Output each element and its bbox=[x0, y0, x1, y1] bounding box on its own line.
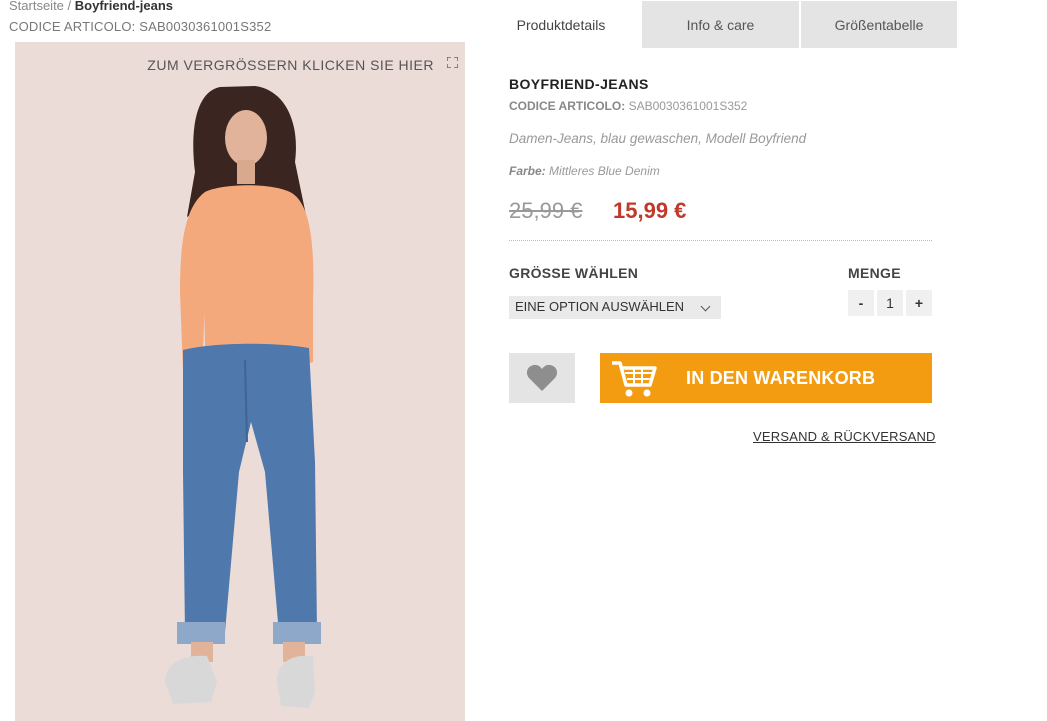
chevron-down-icon bbox=[700, 301, 711, 312]
article-code: CODICE ARTICOLO: SAB0030361001S352 bbox=[9, 19, 272, 34]
shipping-returns-link[interactable]: VERSAND & RÜCKVERSAND bbox=[753, 429, 936, 444]
quantity-label: MENGE bbox=[848, 265, 901, 281]
product-sku-value: SAB0030361001S352 bbox=[628, 99, 748, 113]
quantity-value[interactable]: 1 bbox=[877, 290, 903, 316]
size-label: GRÖSSE WÄHLEN bbox=[509, 265, 639, 281]
old-price: 25,99 € bbox=[509, 198, 583, 223]
product-sku-label: CODICE ARTICOLO: bbox=[509, 99, 626, 113]
quantity-decrease-button[interactable]: - bbox=[848, 290, 874, 316]
tab-produktdetails[interactable]: Produktdetails bbox=[482, 1, 640, 48]
product-color-label: Farbe: bbox=[509, 164, 546, 178]
quantity-increase-button[interactable]: + bbox=[906, 290, 932, 316]
product-color-value: Mittleres Blue Denim bbox=[549, 164, 660, 178]
product-description: Damen-Jeans, blau gewaschen, Modell Boyf… bbox=[509, 131, 807, 146]
shopping-cart-icon bbox=[612, 361, 657, 397]
add-to-cart-button[interactable]: IN DEN WARENKORB bbox=[600, 353, 932, 403]
breadcrumb: Startseite / Boyfriend-jeans bbox=[9, 0, 173, 13]
zoom-instruction: ZUM VERGRÖSSERN KLICKEN SIE HIER bbox=[147, 57, 434, 73]
heart-icon bbox=[526, 364, 558, 391]
size-select[interactable]: EINE OPTION AUSWÄHLEN bbox=[509, 296, 721, 319]
breadcrumb-current: Boyfriend-jeans bbox=[74, 0, 174, 13]
price-divider bbox=[509, 240, 932, 241]
product-sku: CODICE ARTICOLO: SAB0030361001S352 bbox=[509, 99, 747, 113]
expand-icon[interactable] bbox=[447, 57, 458, 68]
tab-groessentabelle[interactable]: Größentabelle bbox=[801, 1, 957, 48]
product-image[interactable]: ZUM VERGRÖSSERN KLICKEN SIE HIER bbox=[15, 42, 465, 721]
size-select-value: EINE OPTION AUSWÄHLEN bbox=[515, 299, 685, 314]
product-title: BOYFRIEND-JEANS bbox=[509, 76, 649, 92]
breadcrumb-home-link[interactable]: Startseite bbox=[9, 0, 64, 13]
add-to-cart-label: IN DEN WARENKORB bbox=[686, 368, 876, 388]
tab-info-care[interactable]: Info & care bbox=[642, 1, 799, 48]
sale-price: 15,99 € bbox=[613, 198, 687, 223]
product-color: Farbe: Mittleres Blue Denim bbox=[509, 164, 660, 178]
model-photo bbox=[165, 86, 321, 708]
breadcrumb-separator: / bbox=[67, 0, 72, 13]
wishlist-button[interactable] bbox=[509, 353, 575, 403]
